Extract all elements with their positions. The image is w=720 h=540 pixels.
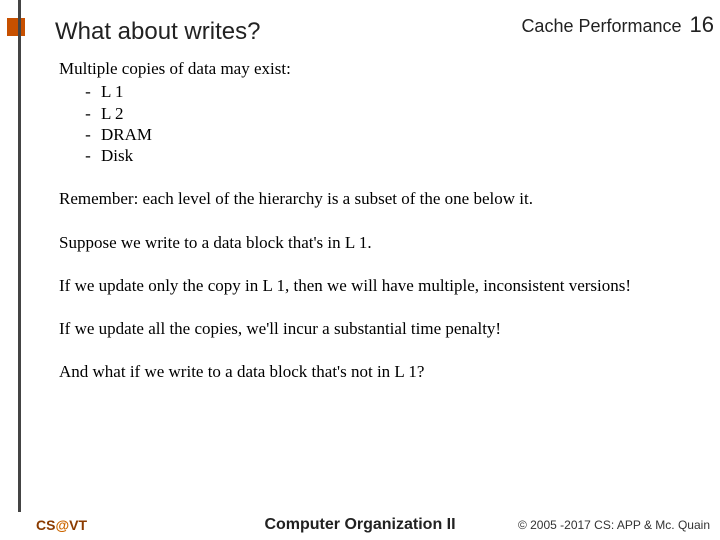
dash-icon: - — [83, 145, 93, 166]
list-item: -DRAM — [83, 124, 700, 145]
paragraph: If we update all the copies, we'll incur… — [59, 318, 700, 339]
slide: What about writes? Cache Performance 16 … — [0, 0, 720, 540]
content-wrap: What about writes? Cache Performance 16 … — [18, 0, 720, 512]
copies-list: -L 1 -L 2 -DRAM -Disk — [83, 81, 700, 166]
header-right: Cache Performance 16 — [521, 12, 714, 38]
list-item-label: Disk — [101, 145, 133, 166]
list-item-label: L 1 — [101, 81, 124, 102]
dash-icon: - — [83, 124, 93, 145]
topic-label: Cache Performance — [521, 16, 681, 37]
lead-text: Multiple copies of data may exist: — [59, 58, 700, 79]
list-item-label: DRAM — [101, 124, 152, 145]
slide-body: Multiple copies of data may exist: -L 1 … — [59, 58, 700, 498]
list-item-label: L 2 — [101, 103, 124, 124]
slide-title: What about writes? — [55, 18, 260, 46]
footer-center: Computer Organization II — [0, 516, 720, 534]
paragraph: Remember: each level of the hierarchy is… — [59, 188, 700, 209]
list-item: -L 1 — [83, 81, 700, 102]
paragraph: If we update only the copy in L 1, then … — [59, 275, 700, 296]
list-item: -L 2 — [83, 103, 700, 124]
dash-icon: - — [83, 103, 93, 124]
list-item: -Disk — [83, 145, 700, 166]
footer: CS@VT Computer Organization II © 2005 -2… — [0, 512, 720, 540]
paragraph: And what if we write to a data block tha… — [59, 361, 700, 382]
paragraph: Suppose we write to a data block that's … — [59, 232, 700, 253]
dash-icon: - — [83, 81, 93, 102]
page-number: 16 — [690, 12, 714, 38]
